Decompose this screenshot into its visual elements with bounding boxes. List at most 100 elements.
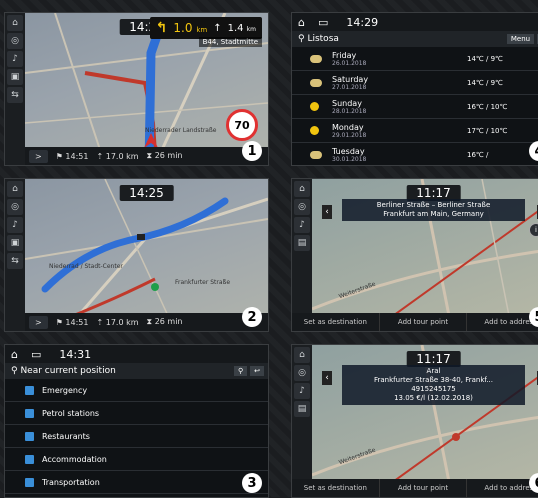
turn-by-turn-box: ↰ 1.0 km ↑ 1.4 km xyxy=(149,17,262,39)
previous-button[interactable]: ‹ xyxy=(322,205,332,219)
info-line: 13.05 €/l (12.02.2018) xyxy=(394,394,473,402)
map-view[interactable]: 14:25 Niederrad / Stadt-Center Frankfurt… xyxy=(25,179,268,331)
item-label: Petrol stations xyxy=(42,408,100,418)
traffic-icon[interactable]: ▤ xyxy=(294,401,310,417)
home-icon[interactable]: ⌂ xyxy=(11,348,18,361)
panel-navigation-guidance: ⌂ ◎ ♪ ▣ ⇆ 14:25 ↰ 1.0 km ↑ 1.4 km B44, S… xyxy=(4,12,269,166)
list-item[interactable]: Petrol stations xyxy=(5,402,268,425)
map-view[interactable]: 14:25 ↰ 1.0 km ↑ 1.4 km B44, Stadtmitte … xyxy=(25,13,268,165)
expand-button[interactable]: > xyxy=(29,149,48,163)
status-bar: ⌂ ▭ 14:31 xyxy=(5,345,268,363)
temperature: 14℃ / 9℃ xyxy=(467,54,503,63)
sun-icon xyxy=(310,126,319,135)
temperature: 14℃ / 9℃ xyxy=(467,78,503,87)
add-to-address-button[interactable]: Add to address xyxy=(467,313,538,331)
list-item[interactable]: Monday 29.01.2018 17℃ / 10℃ xyxy=(292,119,538,143)
panel-location-details: ⌂ ◎ ♪ ▤ 11:17 ‹ › Berliner Straße – Berl… xyxy=(291,178,538,332)
add-tour-point-button[interactable]: Add tour point xyxy=(380,479,468,497)
add-to-address-button[interactable]: Add to address xyxy=(467,479,538,497)
turn-distance: 1.0 km xyxy=(173,21,208,35)
hotel-icon xyxy=(25,454,34,464)
media-icon: ▭ xyxy=(31,347,42,361)
location-title: Listosa xyxy=(307,34,339,44)
remaining-distance: ⇡ 17.0 km xyxy=(96,151,139,161)
list-item[interactable]: Saturday 27.01.2018 14℃ / 9℃ xyxy=(292,71,538,95)
side-rail: ⌂ ◎ ♪ ▣ ⇆ xyxy=(5,179,25,331)
emergency-icon xyxy=(25,385,34,395)
list-item[interactable]: Sunday 28.01.2018 16℃ / 10℃ xyxy=(292,95,538,119)
item-label: Restaurants xyxy=(42,431,90,441)
search-title: Near current position xyxy=(20,366,116,376)
panel-number: 2 xyxy=(242,307,262,327)
back-button[interactable]: ↩ xyxy=(250,366,264,376)
day-name: Tuesday xyxy=(332,146,365,156)
remaining-distance: ⇡ 17.0 km xyxy=(96,317,139,327)
volume-icon[interactable]: ♪ xyxy=(294,217,310,233)
panel-route-overview: ⌂ ◎ ♪ ▣ ⇆ 14:25 Niederrad / Stadt-Center… xyxy=(4,178,269,332)
traffic-icon[interactable]: ▤ xyxy=(294,235,310,251)
list-item[interactable]: Emergency xyxy=(5,379,268,402)
menu-button[interactable]: Menu xyxy=(506,34,535,44)
remaining-duration: ⧗ 26 min xyxy=(146,151,183,160)
map-label: Niederrad / Stadt-Center xyxy=(49,263,123,270)
list-item[interactable]: Friday 26.01.2018 14℃ / 9℃ xyxy=(292,47,538,71)
day-date: 27.01.2018 xyxy=(332,83,367,91)
panel-weather-forecast: ⌂ ▭ 14:29 ⚲ Listosa Menu ⇆ Friday26.01.2… xyxy=(291,12,538,166)
info-icon[interactable]: i xyxy=(529,223,538,237)
clock: 14:29 xyxy=(346,15,379,29)
info-line: Aral xyxy=(426,367,441,375)
day-date: 26.01.2018 xyxy=(332,59,367,67)
previous-button[interactable]: ‹ xyxy=(322,371,332,385)
map-label: Niederrader Landstraße xyxy=(145,127,217,134)
home-icon[interactable]: ⌂ xyxy=(294,181,310,197)
side-rail: ⌂ ◎ ♪ ▤ xyxy=(292,179,312,331)
side-rail: ⌂ ◎ ♪ ▤ xyxy=(292,345,312,497)
compass-icon[interactable]: ◎ xyxy=(7,199,23,215)
home-icon[interactable]: ⌂ xyxy=(294,347,310,363)
straight-arrow-icon: ↑ xyxy=(213,22,222,34)
temperature: 16℃ / xyxy=(467,150,489,159)
compass-icon[interactable]: ◎ xyxy=(294,199,310,215)
panel-number: 3 xyxy=(242,473,262,493)
speed-limit-sign: 70 xyxy=(226,109,258,141)
list-item[interactable]: Accommodation xyxy=(5,448,268,471)
volume-icon[interactable]: ♪ xyxy=(7,217,23,233)
add-tour-point-button[interactable]: Add tour point xyxy=(380,313,468,331)
route-summary-bar: > ⚑ 14:51 ⇡ 17.0 km ⧗ 26 min xyxy=(25,313,268,331)
home-icon[interactable]: ⌂ xyxy=(7,181,23,197)
item-label: Emergency xyxy=(42,385,88,395)
list-header: ⚲ Near current position ⚲ ↩ xyxy=(5,363,268,379)
cloud-icon xyxy=(310,54,322,63)
volume-icon[interactable]: ♪ xyxy=(294,383,310,399)
clock: 14:31 xyxy=(59,347,92,361)
day-name: Sunday xyxy=(332,98,362,108)
compass-icon[interactable]: ◎ xyxy=(7,33,23,49)
home-icon[interactable]: ⌂ xyxy=(7,15,23,31)
set-destination-button[interactable]: Set as destination xyxy=(292,313,380,331)
day-name: Saturday xyxy=(332,74,369,84)
map-roads xyxy=(25,179,268,331)
list-item[interactable]: Tuesday 30.01.2018 16℃ / xyxy=(292,143,538,165)
map-view[interactable]: 11:17 ‹ › Berliner Straße – Berliner Str… xyxy=(312,179,538,331)
restaurant-icon xyxy=(25,431,34,441)
search-button[interactable]: ⚲ xyxy=(233,366,248,376)
location-icon: ⚲ xyxy=(298,34,308,44)
day-name: Friday xyxy=(332,50,357,60)
route-icon[interactable]: ⇆ xyxy=(7,253,23,269)
volume-icon[interactable]: ♪ xyxy=(7,51,23,67)
list-item[interactable]: Restaurants xyxy=(5,425,268,448)
home-icon[interactable]: ⌂ xyxy=(298,16,305,29)
day-name: Monday xyxy=(332,122,364,132)
item-label: Transportation xyxy=(42,477,100,487)
eta: ⚑ 14:51 xyxy=(55,317,89,327)
camera-icon[interactable]: ▣ xyxy=(7,69,23,85)
map-view[interactable]: 11:17 ‹ › Aral Frankfurter Straße 38-40,… xyxy=(312,345,538,497)
route-icon[interactable]: ⇆ xyxy=(7,87,23,103)
list-item[interactable]: Transportation xyxy=(5,471,268,494)
side-rail: ⌂ ◎ ♪ ▣ ⇆ xyxy=(5,13,25,165)
set-destination-button[interactable]: Set as destination xyxy=(292,479,380,497)
expand-button[interactable]: > xyxy=(29,315,48,329)
search-icon: ⚲ xyxy=(11,366,21,376)
compass-icon[interactable]: ◎ xyxy=(294,365,310,381)
camera-icon[interactable]: ▣ xyxy=(7,235,23,251)
